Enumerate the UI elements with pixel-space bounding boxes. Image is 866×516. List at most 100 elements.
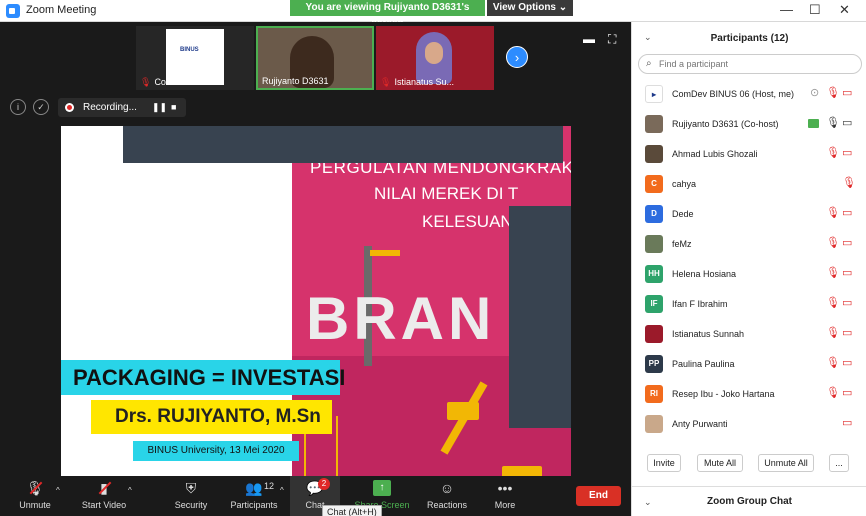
video-thumbnail[interactable]: BINUS 🎙 ComDev BINU... bbox=[136, 26, 254, 90]
recording-label: Recording... bbox=[83, 102, 137, 113]
mic-muted-icon[interactable]: 🎙 bbox=[826, 357, 840, 370]
mic-muted-icon[interactable]: 🎙 bbox=[826, 207, 840, 220]
participant-row[interactable]: PP Paulina Paulina 🎙 ▭ bbox=[632, 350, 866, 380]
pause-recording-icon[interactable]: ❚❚ bbox=[152, 102, 167, 113]
video-muted-icon[interactable]: ▭ bbox=[842, 267, 852, 280]
stop-recording-icon[interactable]: ■ bbox=[171, 102, 176, 112]
start-video-button[interactable]: ▮ Start Video bbox=[76, 476, 132, 516]
thumbnail-name-text: Istianatus Su... bbox=[394, 77, 454, 87]
avatar bbox=[645, 145, 663, 163]
group-chat-title: Zoom Group Chat bbox=[707, 496, 792, 507]
security-label: Security bbox=[174, 500, 208, 510]
next-page-button[interactable]: › bbox=[506, 46, 528, 68]
chat-tooltip: Chat (Alt+H) bbox=[322, 505, 382, 516]
overlay-block bbox=[123, 126, 563, 163]
participant-name: Ahmad Lubis Ghozali bbox=[672, 149, 758, 159]
record-icon bbox=[65, 103, 74, 112]
shield-icon: ⛨ bbox=[185, 480, 197, 496]
video-muted-icon[interactable]: ▭ bbox=[842, 387, 852, 400]
participant-row[interactable]: C cahya 🎙 bbox=[632, 170, 866, 200]
audio-options-chevron-icon[interactable]: ^ bbox=[56, 486, 60, 495]
group-chat-header[interactable]: ⌄ Zoom Group Chat bbox=[632, 486, 866, 516]
thumbnail-layout-icon[interactable]: ▬ bbox=[583, 32, 595, 46]
participants-options-chevron-icon[interactable]: ^ bbox=[280, 486, 284, 495]
mic-muted-icon[interactable]: 🎙 bbox=[826, 87, 840, 100]
video-options-chevron-icon[interactable]: ^ bbox=[128, 486, 132, 495]
participant-name: Rujiyanto D3631 (Co-host) bbox=[672, 119, 779, 129]
encryption-shield-icon[interactable]: ✓ bbox=[33, 99, 49, 115]
mic-muted-icon[interactable]: 🎙 bbox=[826, 387, 840, 400]
invite-button[interactable]: Invite bbox=[647, 454, 681, 472]
security-button[interactable]: ⛨ Security bbox=[166, 476, 216, 516]
video-muted-icon[interactable]: ▭ bbox=[842, 327, 852, 340]
avatar bbox=[645, 235, 663, 253]
participants-label: Participants bbox=[230, 500, 278, 510]
participant-name: ComDev BINUS 06 (Host, me) bbox=[672, 89, 795, 99]
reactions-label: Reactions bbox=[426, 500, 468, 510]
mic-muted-icon[interactable]: 🎙 bbox=[826, 267, 840, 280]
video-muted-icon: ▮ bbox=[95, 480, 113, 496]
mic-muted-icon[interactable]: 🎙 bbox=[826, 147, 840, 160]
recording-indicator: Recording... ❚❚ ■ bbox=[58, 98, 186, 117]
video-muted-icon[interactable]: ▭ bbox=[842, 297, 852, 310]
mic-on-icon[interactable]: 🎙 bbox=[826, 117, 840, 130]
thumbnail-name: 🎙 Istianatus Su... bbox=[380, 77, 454, 88]
thumbnail-name-text: ComDev BINU... bbox=[154, 77, 221, 87]
participant-row[interactable]: Rujiyanto D3631 (Co-host) 🎙 ▭ bbox=[632, 110, 866, 140]
mic-muted-icon: 🎙 bbox=[26, 480, 44, 496]
meeting-info-bar: i ✓ Recording... ❚❚ ■ bbox=[0, 96, 631, 118]
mic-muted-icon[interactable]: 🎙 bbox=[826, 237, 840, 250]
minimize-icon[interactable]: — bbox=[780, 3, 793, 17]
thumbnail-name: Rujiyanto D3631 bbox=[262, 76, 329, 86]
participants-button[interactable]: 👥 12 Participants bbox=[226, 476, 282, 516]
mic-muted-icon[interactable]: 🎙 bbox=[842, 177, 856, 190]
end-meeting-button[interactable]: End bbox=[576, 486, 621, 506]
unmute-button[interactable]: 🎙 Unmute bbox=[8, 476, 62, 516]
participant-row[interactable]: RI Resep Ibu - Joko Hartana 🎙 ▭ bbox=[632, 380, 866, 410]
avatar bbox=[645, 415, 663, 433]
avatar: C bbox=[645, 175, 663, 193]
mic-muted-icon[interactable]: 🎙 bbox=[826, 327, 840, 340]
reactions-button[interactable]: ☺ Reactions bbox=[424, 476, 470, 516]
participant-name: cahya bbox=[672, 179, 697, 189]
fullscreen-icon[interactable]: ⛶ bbox=[608, 32, 616, 47]
more-label: More bbox=[494, 500, 516, 510]
avatar: IF bbox=[645, 295, 663, 313]
participant-list: ▸ ComDev BINUS 06 (Host, me) ⊙ 🎙 ▭ Rujiy… bbox=[632, 80, 866, 440]
close-icon[interactable]: ✕ bbox=[839, 3, 850, 17]
participant-row[interactable]: IF Ifan F Ibrahim 🎙 ▭ bbox=[632, 290, 866, 320]
video-muted-icon[interactable]: ▭ bbox=[842, 87, 852, 100]
mute-all-button[interactable]: Mute All bbox=[697, 454, 743, 472]
view-options-button[interactable]: View Options ⌄ bbox=[487, 0, 573, 16]
participant-name: feMz bbox=[672, 239, 692, 249]
video-muted-icon[interactable]: ▭ bbox=[842, 417, 852, 430]
info-icon[interactable]: i bbox=[10, 99, 26, 115]
video-muted-icon[interactable]: ▭ bbox=[842, 237, 852, 250]
participant-row[interactable]: ▸ ComDev BINUS 06 (Host, me) ⊙ 🎙 ▭ bbox=[632, 80, 866, 110]
participant-row[interactable]: Ahmad Lubis Ghozali 🎙 ▭ bbox=[632, 140, 866, 170]
participant-row[interactable]: HH Helena Hosiana 🎙 ▭ bbox=[632, 260, 866, 290]
video-thumbnail-active-speaker[interactable]: Rujiyanto D3631 bbox=[256, 26, 374, 90]
mic-muted-icon[interactable]: 🎙 bbox=[826, 297, 840, 310]
participant-name: Istianatus Sunnah bbox=[672, 329, 745, 339]
participant-row[interactable]: Anty Purwanti ▭ bbox=[632, 410, 866, 440]
participant-row[interactable]: Istianatus Sunnah 🎙 ▭ bbox=[632, 320, 866, 350]
participant-row[interactable]: feMz 🎙 ▭ bbox=[632, 230, 866, 260]
video-camera-icon[interactable]: ▭ bbox=[842, 117, 852, 130]
video-muted-icon[interactable]: ▭ bbox=[842, 207, 852, 220]
avatar: D bbox=[645, 205, 663, 223]
video-muted-icon[interactable]: ▭ bbox=[842, 357, 852, 370]
search-input[interactable] bbox=[659, 57, 854, 71]
people-icon: 👥 bbox=[245, 480, 263, 496]
video-on-icon[interactable] bbox=[808, 119, 819, 128]
video-thumbnail[interactable]: 🎙 Istianatus Su... bbox=[376, 26, 494, 90]
participant-name: Anty Purwanti bbox=[672, 419, 728, 429]
participant-row[interactable]: D Dede 🎙 ▭ bbox=[632, 200, 866, 230]
more-button[interactable]: ••• More bbox=[484, 476, 526, 516]
unmute-all-button[interactable]: Unmute All bbox=[758, 454, 814, 472]
video-muted-icon[interactable]: ▭ bbox=[842, 147, 852, 160]
mic-muted-icon: 🎙 bbox=[380, 77, 392, 87]
start-video-label: Start Video bbox=[81, 500, 127, 510]
maximize-icon[interactable]: ☐ bbox=[809, 3, 821, 17]
more-options-button[interactable]: ... bbox=[829, 454, 849, 472]
